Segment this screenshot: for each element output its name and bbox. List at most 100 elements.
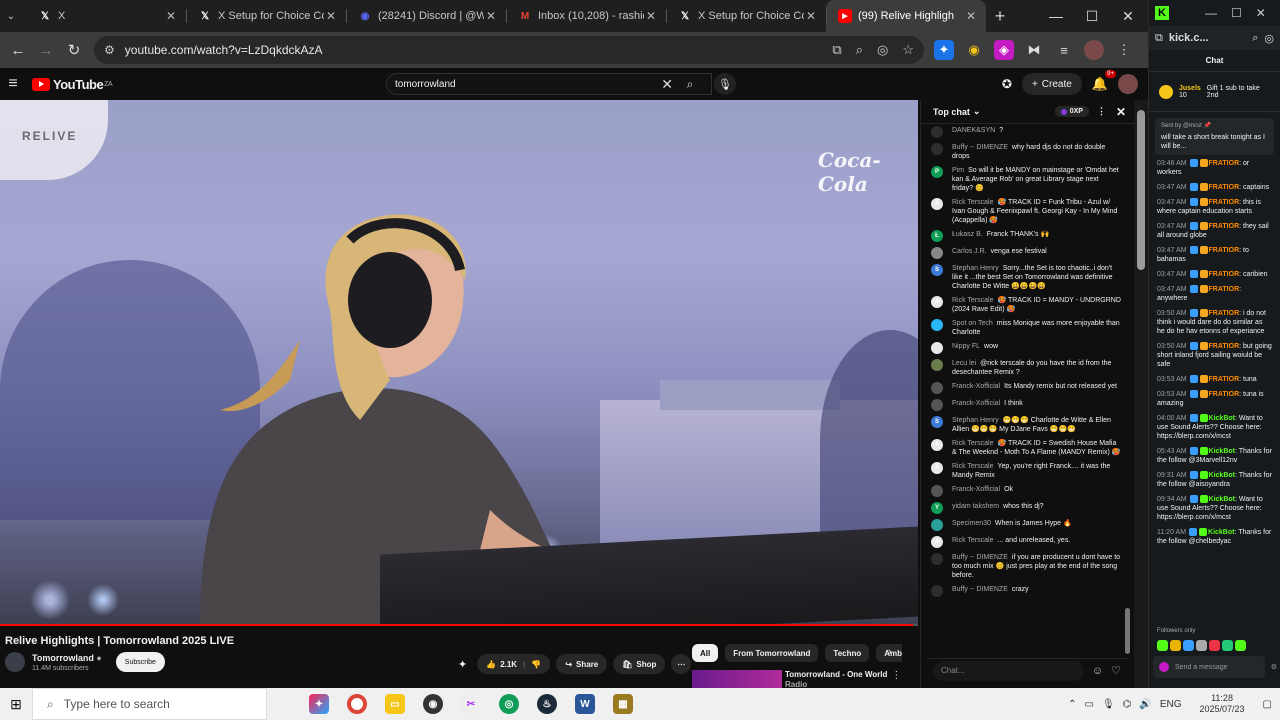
chat-message[interactable]: Ł Łukasz B. Franck THANK's 🙌 bbox=[931, 230, 1121, 242]
browser-menu-icon[interactable]: ⋮ bbox=[1114, 40, 1134, 60]
clock[interactable]: 11:28 2025/07/23 bbox=[1200, 693, 1245, 715]
mic-tray-icon[interactable]: 🎙 bbox=[1102, 699, 1115, 710]
chat-author-name[interactable]: yidam takshem bbox=[952, 503, 999, 510]
chat-message[interactable]: A Rick Terscale 🥵 TRACK ID = MANDY - UNDRG… bbox=[931, 296, 1121, 314]
chat-author-name[interactable]: DANEK&SYN bbox=[952, 127, 995, 134]
tab-5[interactable]: 𝕏 X Setup for Choice Cou ✕ bbox=[666, 0, 826, 32]
kick-chat-message[interactable]: 03:50 AM FRATIOR: but going short inland… bbox=[1157, 342, 1272, 369]
taskbar-search-input[interactable]: ⌕ Type here to search bbox=[32, 688, 267, 720]
voice-search-mic-icon[interactable]: 🎙 bbox=[714, 73, 736, 95]
chat-author-avatar[interactable]: A bbox=[931, 439, 943, 451]
chat-author-name[interactable]: Rick Terscale bbox=[952, 463, 994, 470]
pin-icon[interactable]: 📌 bbox=[1203, 123, 1210, 129]
chat-scrollbar[interactable] bbox=[1125, 128, 1130, 654]
cast-icon[interactable]: ✪ bbox=[1002, 77, 1012, 91]
kick-chat-message[interactable]: 03:47 AM FRATIOR: to bahamas bbox=[1157, 246, 1272, 264]
hide-eye-icon[interactable]: ◎ bbox=[877, 42, 888, 58]
create-button[interactable]: + Create bbox=[1021, 73, 1082, 95]
chat-scrollbar-thumb[interactable] bbox=[1125, 608, 1130, 654]
chat-author-avatar[interactable] bbox=[931, 359, 943, 371]
forward-button[interactable]: → bbox=[32, 36, 60, 64]
chat-author-avatar[interactable] bbox=[931, 553, 943, 565]
bookmark-star-icon[interactable]: ☆ bbox=[902, 42, 914, 58]
top-chat-dropdown[interactable]: Top chat bbox=[933, 107, 970, 117]
emoji-icon[interactable]: ☺ bbox=[1092, 665, 1103, 677]
chips-next-icon[interactable]: › bbox=[888, 646, 892, 658]
recommended-more-icon[interactable]: ⋮ bbox=[891, 670, 901, 690]
chat-author-avatar[interactable] bbox=[931, 485, 943, 497]
chat-author-avatar[interactable] bbox=[931, 342, 943, 354]
chat-more-icon[interactable]: ⋮ bbox=[1097, 106, 1106, 117]
chat-author-name[interactable]: Lecu lei bbox=[952, 360, 976, 367]
chat-author-name[interactable]: Buffy -- DIMENZE bbox=[952, 586, 1008, 593]
copilot-app-icon[interactable]: ✦ bbox=[309, 694, 329, 714]
zoom-icon[interactable]: ⌕ bbox=[856, 42, 863, 58]
kick-username[interactable]: FRATIOR bbox=[1209, 271, 1240, 278]
emote-2-icon[interactable] bbox=[1170, 640, 1181, 651]
kick-username[interactable]: FRATIOR bbox=[1209, 184, 1240, 191]
chat-input[interactable]: Chat... bbox=[933, 660, 1084, 681]
chat-author-name[interactable]: Specimen30 bbox=[952, 520, 991, 527]
kick-username[interactable]: FRATIOR bbox=[1209, 160, 1240, 167]
notifications-bell-icon[interactable]: 🔔 9+ bbox=[1092, 70, 1116, 92]
tab-close-icon[interactable]: ✕ bbox=[324, 9, 338, 23]
kick-username[interactable]: FRATIOR bbox=[1209, 223, 1240, 230]
recommended-video[interactable]: Tomorrowland - One World Radio ⋮ bbox=[692, 670, 902, 690]
xp-badge[interactable]: 0XP bbox=[1054, 106, 1089, 117]
chat-author-name[interactable]: Buffy -- DIMENZE bbox=[952, 554, 1008, 561]
extensions-puzzle-icon[interactable]: ⧓ bbox=[1024, 40, 1044, 60]
chat-author-avatar[interactable] bbox=[931, 382, 943, 394]
chat-author-name[interactable]: Pim bbox=[952, 167, 964, 174]
close-chat-icon[interactable]: ✕ bbox=[1116, 105, 1126, 119]
kick-chat-message[interactable]: 03:47 AM FRATIOR: captains bbox=[1157, 183, 1272, 192]
emote-5-icon[interactable] bbox=[1209, 640, 1220, 651]
chat-message[interactable]: Yyidam takshem whos this dj? bbox=[931, 502, 1121, 514]
chat-author-avatar[interactable] bbox=[931, 585, 943, 597]
share-button[interactable]: ↪ Share bbox=[556, 654, 608, 674]
kick-url[interactable]: kick.c... bbox=[1169, 32, 1246, 44]
kick-username[interactable]: FRATIOR bbox=[1209, 247, 1240, 254]
chat-author-avatar[interactable] bbox=[931, 399, 943, 411]
chat-message[interactable]: S Stephan Henry 😁😁😁 Charlotte de Witte & E… bbox=[931, 416, 1121, 434]
kick-chat-message[interactable]: 03:46 AM FRATIOR: or workers bbox=[1157, 159, 1272, 177]
kick-username[interactable]: FRATIOR bbox=[1209, 343, 1240, 350]
kick-chat-message[interactable]: 03:50 AM FRATIOR: i do not think i would… bbox=[1157, 309, 1272, 336]
chip-techno[interactable]: Techno bbox=[825, 644, 870, 662]
kick-username[interactable]: KickBot bbox=[1208, 529, 1234, 536]
kick-chat-message[interactable]: 03:47 AM FRATIOR: this is where captain … bbox=[1157, 198, 1272, 216]
emote-3-icon[interactable] bbox=[1183, 640, 1194, 651]
account-avatar[interactable] bbox=[1118, 74, 1138, 94]
media-control-icon[interactable]: ≡ bbox=[1054, 40, 1074, 60]
chrome-app-icon[interactable] bbox=[347, 694, 367, 714]
subscribe-button[interactable]: Subscribe bbox=[115, 652, 165, 672]
heart-icon[interactable]: ♡ bbox=[1111, 664, 1121, 677]
kick-chat-message[interactable]: 03:53 AM FRATIOR: tuna is amazing bbox=[1157, 390, 1272, 408]
search-input[interactable]: tomorrowland ✕ bbox=[386, 73, 712, 95]
chat-author-avatar[interactable]: A bbox=[931, 536, 943, 548]
chat-author-avatar[interactable]: Ł bbox=[931, 230, 943, 242]
chat-author-avatar[interactable]: A bbox=[931, 296, 943, 308]
chat-author-name[interactable]: Carlos J.R. bbox=[952, 248, 987, 255]
extension-1-icon[interactable]: ✦ bbox=[934, 40, 954, 60]
chat-author-name[interactable]: Łukasz B. bbox=[952, 231, 983, 238]
chat-message[interactable]: S Stephan Henry Sorry...the Set is too cha… bbox=[931, 264, 1121, 291]
chat-message[interactable]: A Rick Terscale Yep, you're right Franck..… bbox=[931, 462, 1121, 480]
tab-6[interactable]: ▶ (99) Relive Highligh ✕ bbox=[826, 0, 986, 32]
kick-username[interactable]: KickBot bbox=[1209, 472, 1235, 479]
kick-username[interactable]: KickBot bbox=[1209, 448, 1235, 455]
maximize-button[interactable]: ☐ bbox=[1074, 0, 1110, 32]
chat-author-name[interactable]: Stephan Henry bbox=[952, 417, 999, 424]
chevron-down-icon[interactable]: ⌄ bbox=[973, 106, 981, 117]
page-scrollbar[interactable] bbox=[1134, 100, 1148, 688]
tab-1[interactable]: 𝕏 X ✕ bbox=[26, 0, 186, 32]
kick-pinned-message[interactable]: Sent by @mcst 📌 will take a short break … bbox=[1155, 118, 1274, 155]
network-icon[interactable]: ▭ bbox=[1084, 699, 1093, 710]
tab-close-icon[interactable]: ✕ bbox=[964, 9, 978, 23]
hamburger-menu-icon[interactable]: ≡ bbox=[2, 75, 24, 93]
site-info-icon[interactable]: ⚙ bbox=[104, 43, 115, 57]
chat-message[interactable]: A Rick Terscale 🥵 TRACK ID = Swedish House… bbox=[931, 439, 1121, 457]
emote-4-icon[interactable] bbox=[1196, 640, 1207, 651]
notification-center-icon[interactable]: ▢ bbox=[1263, 699, 1272, 710]
snipping-tool-icon[interactable]: ✂ bbox=[461, 694, 481, 714]
tab-close-icon[interactable]: ✕ bbox=[164, 9, 178, 23]
